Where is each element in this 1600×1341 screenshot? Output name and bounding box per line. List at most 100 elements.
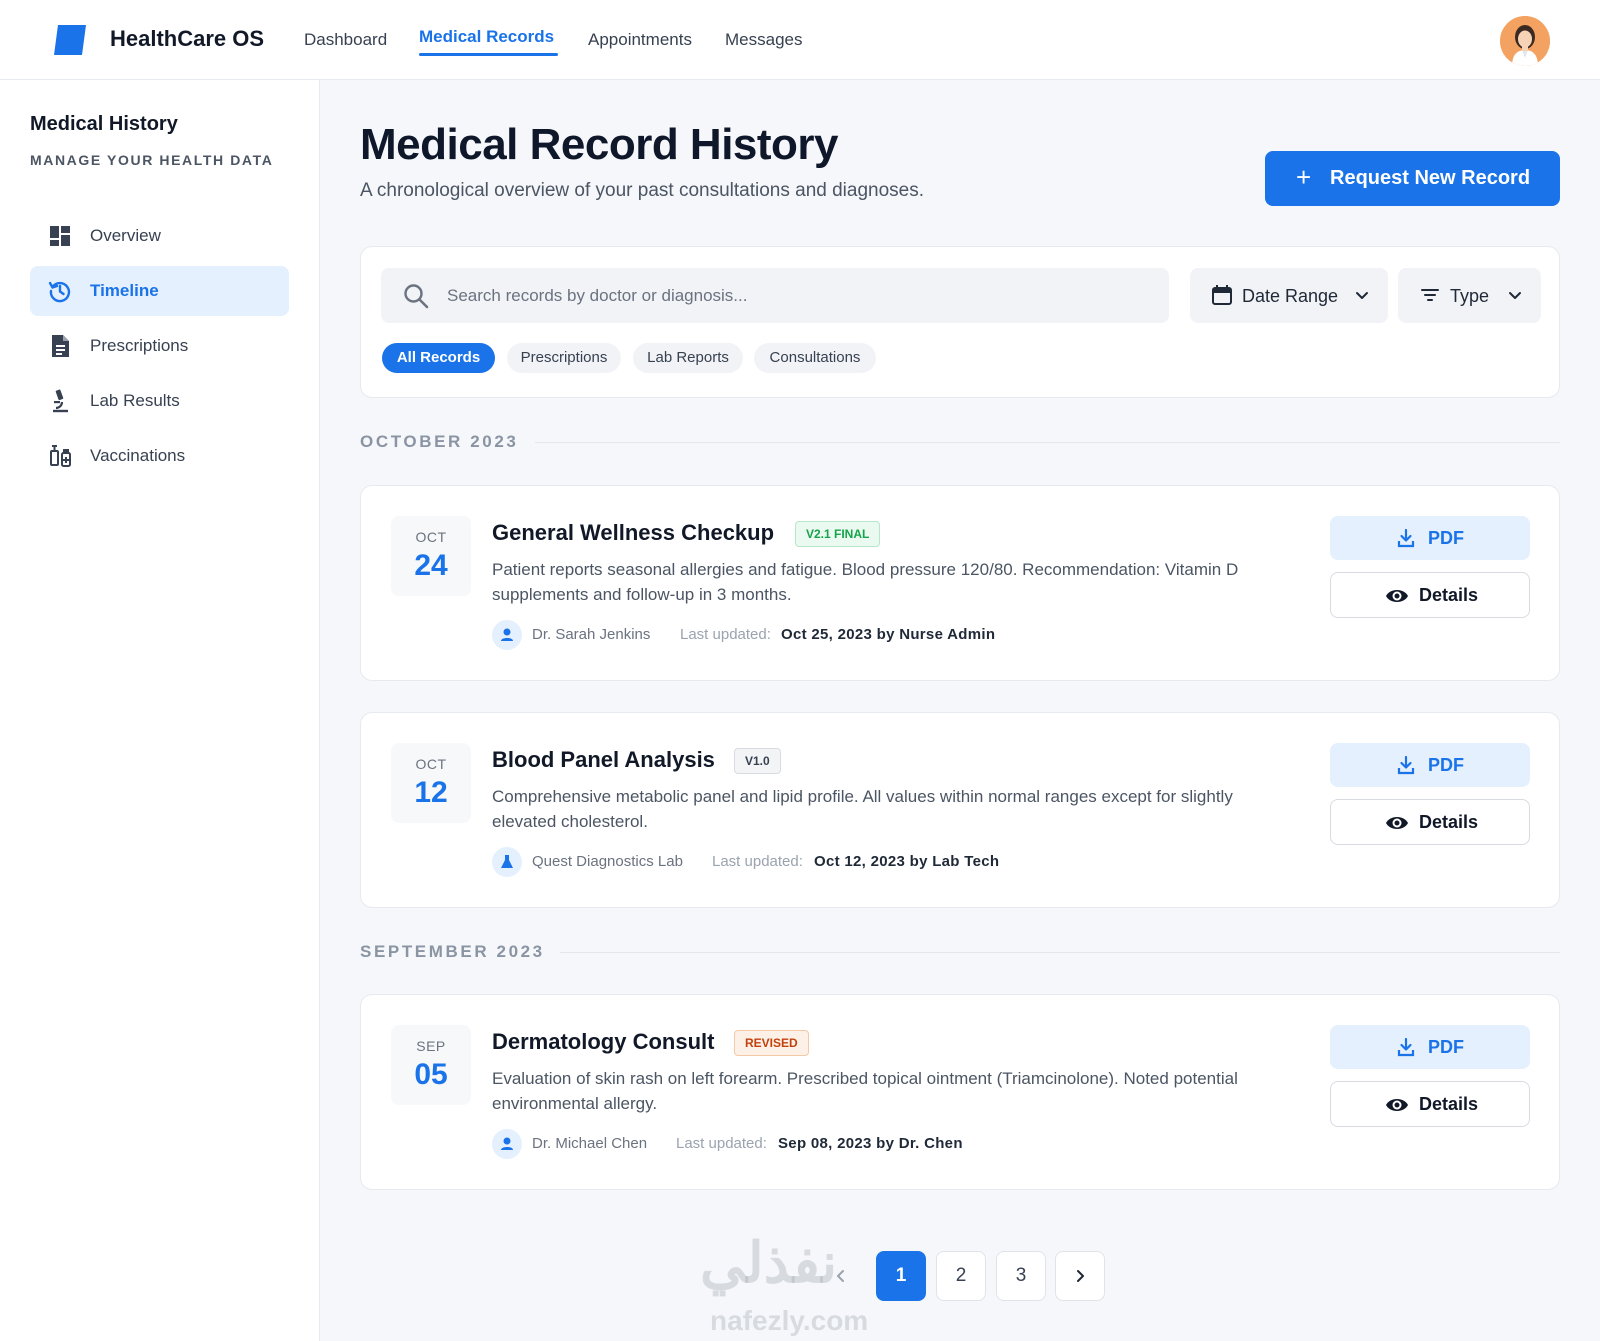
date-range-label: Date Range	[1242, 286, 1339, 306]
record-description: Patient reports seasonal allergies and f…	[492, 560, 1239, 604]
nav-appointments[interactable]: Appointments	[588, 30, 692, 50]
vaccine-icon	[50, 445, 71, 467]
next-page-button[interactable]	[1055, 1251, 1105, 1301]
record-description: Evaluation of skin rash on left forearm.…	[492, 1069, 1238, 1113]
section-header-october: OCTOBER 2023	[360, 432, 519, 451]
last-updated-value: Sep 08, 2023 by Dr. Chen	[778, 1135, 963, 1152]
date-day: 24	[414, 549, 448, 582]
download-icon	[1397, 755, 1415, 775]
record-author: Dr. Sarah Jenkins	[532, 626, 651, 643]
sidebar-item-label: Lab Results	[90, 391, 180, 410]
pdf-label: PDF	[1428, 528, 1464, 548]
details-button[interactable]: Details	[1330, 572, 1530, 618]
nav-medical-records[interactable]: Medical Records	[419, 27, 554, 47]
record-title: General Wellness Checkup	[492, 520, 775, 545]
chevron-down-icon	[1356, 292, 1368, 299]
search-box[interactable]	[381, 268, 1169, 323]
last-updated-label: Last updated:	[676, 1135, 767, 1152]
chip-lab-reports[interactable]: Lab Reports	[633, 343, 743, 373]
sidebar-title: Medical History	[30, 113, 178, 135]
details-button[interactable]: Details	[1330, 1081, 1530, 1127]
pdf-label: PDF	[1428, 1037, 1464, 1057]
details-label: Details	[1419, 1094, 1479, 1114]
document-icon	[52, 335, 69, 357]
sidebar-item-prescriptions[interactable]: Prescriptions	[30, 321, 289, 371]
record-author: Dr. Michael Chen	[532, 1135, 648, 1152]
date-day: 12	[414, 776, 448, 809]
nav-active-indicator	[419, 53, 558, 56]
details-button[interactable]: Details	[1330, 799, 1530, 845]
user-avatar[interactable]	[1500, 16, 1550, 66]
history-icon	[48, 281, 71, 303]
chevron-right-icon	[1077, 1270, 1084, 1282]
chip-prescriptions[interactable]: Prescriptions	[507, 343, 621, 373]
date-day: 05	[414, 1058, 448, 1091]
date-month: SEP	[416, 1038, 446, 1054]
flask-icon	[492, 847, 522, 877]
brand-name[interactable]: HealthCare OS	[110, 26, 264, 52]
request-new-record-label: Request New Record	[1330, 167, 1531, 189]
page-title: Medical Record History	[360, 120, 839, 169]
record-title: Blood Panel Analysis	[492, 747, 715, 772]
chevron-down-icon	[1509, 292, 1521, 299]
page-button-2[interactable]: 2	[936, 1251, 986, 1301]
prev-page-button[interactable]	[816, 1251, 866, 1301]
type-label: Type	[1450, 286, 1490, 306]
sidebar-item-vaccinations[interactable]: Vaccinations	[30, 431, 289, 481]
eye-icon	[1386, 590, 1408, 602]
person-icon	[492, 1129, 522, 1159]
record-card: OCT 24 General Wellness Checkup V2.1 FIN…	[360, 485, 1560, 681]
plus-icon: +	[1296, 162, 1312, 192]
date-box: OCT 24	[391, 516, 471, 596]
version-badge: V1.0	[734, 748, 781, 774]
date-month: OCT	[415, 529, 447, 545]
sidebar-item-label: Vaccinations	[90, 446, 186, 465]
top-navigation-bar: HealthCare OS Dashboard Medical Records …	[0, 0, 1600, 80]
section-header-september: SEPTEMBER 2023	[360, 942, 545, 961]
record-description: Comprehensive metabolic panel and lipid …	[492, 787, 1233, 831]
page-button-1[interactable]: 1	[876, 1251, 926, 1301]
download-icon	[1397, 528, 1415, 548]
date-box: SEP 05	[391, 1025, 471, 1105]
pdf-download-button[interactable]: PDF	[1330, 743, 1530, 787]
version-badge: V2.1 FINAL	[795, 521, 881, 547]
sidebar: Medical History MANAGE YOUR HEALTH DATA …	[0, 80, 320, 1341]
calendar-icon	[1212, 285, 1232, 305]
page-button-3[interactable]: 3	[996, 1251, 1046, 1301]
date-box: OCT 12	[391, 743, 471, 823]
type-dropdown[interactable]: Type	[1398, 268, 1541, 323]
record-card: SEP 05 Dermatology Consult REVISED Evalu…	[360, 994, 1560, 1190]
last-updated-value: Oct 25, 2023 by Nurse Admin	[781, 626, 996, 643]
eye-icon	[1386, 817, 1408, 829]
watermark-url: nafezly.com	[710, 1305, 869, 1336]
date-range-dropdown[interactable]: Date Range	[1190, 268, 1388, 323]
date-month: OCT	[415, 756, 447, 772]
request-new-record-button[interactable]: + Request New Record	[1265, 151, 1560, 206]
search-input[interactable]	[447, 268, 1147, 323]
doctor-avatar-icon	[1500, 16, 1550, 66]
sidebar-item-overview[interactable]: Overview	[30, 211, 289, 261]
pdf-download-button[interactable]: PDF	[1330, 1025, 1530, 1069]
last-updated-label: Last updated:	[680, 626, 771, 643]
sidebar-item-timeline[interactable]: Timeline	[30, 266, 289, 316]
filter-icon	[1421, 289, 1439, 301]
download-icon	[1397, 1037, 1415, 1057]
logo-icon[interactable]	[52, 23, 88, 57]
chip-consultations[interactable]: Consultations	[754, 343, 876, 373]
record-card: OCT 12 Blood Panel Analysis V1.0 Compreh…	[360, 712, 1560, 908]
chevron-left-icon	[837, 1270, 844, 1282]
record-author: Quest Diagnostics Lab	[532, 853, 683, 870]
microscope-icon	[53, 389, 68, 413]
revised-badge: REVISED	[734, 1030, 809, 1056]
details-label: Details	[1419, 585, 1479, 605]
section-divider	[560, 952, 1560, 953]
page-subtitle: A chronological overview of your past co…	[360, 180, 925, 201]
last-updated-value: Oct 12, 2023 by Lab Tech	[814, 853, 1000, 870]
filter-panel: Date Range Type All Records Prescription…	[360, 246, 1560, 398]
chip-all-records[interactable]: All Records	[382, 343, 495, 373]
pdf-download-button[interactable]: PDF	[1330, 516, 1530, 560]
nav-messages[interactable]: Messages	[725, 30, 802, 50]
eye-icon	[1386, 1099, 1408, 1111]
sidebar-item-lab-results[interactable]: Lab Results	[30, 376, 289, 426]
nav-dashboard[interactable]: Dashboard	[304, 30, 387, 50]
